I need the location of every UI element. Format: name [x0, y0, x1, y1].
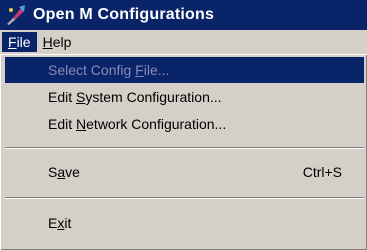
menu-item-edit-network-configuration[interactable]: Edit Network Configuration... [5, 111, 364, 137]
menu-help[interactable]: Help [37, 32, 78, 52]
menu-separator [5, 147, 364, 149]
menu-separator [5, 197, 364, 199]
menu-item-save[interactable]: Save Ctrl+S [5, 159, 364, 185]
menu-item-select-config-file[interactable]: Select Config File... [5, 57, 364, 83]
menu-bar: File Help [0, 30, 367, 54]
menu-file-mnemonic: F [8, 34, 17, 50]
open-m-app-icon[interactable] [5, 4, 27, 26]
menu-item-label: Edit System Configuration... [48, 89, 222, 105]
menu-item-exit[interactable]: Exit [5, 210, 364, 236]
menu-file[interactable]: File [2, 32, 37, 52]
file-menu-dropdown: Select Config File... Edit System Config… [0, 54, 367, 250]
menu-item-label: Exit [48, 215, 72, 231]
menu-item-label: Edit Network Configuration... [48, 116, 227, 132]
app-window: Open M Configurations File Help Select C… [0, 0, 367, 250]
menu-item-label: Select Config File... [48, 62, 170, 78]
menu-item-edit-system-configuration[interactable]: Edit System Configuration... [5, 84, 364, 110]
title-bar[interactable]: Open M Configurations [0, 0, 367, 30]
save-shortcut: Ctrl+S [302, 164, 342, 180]
window-title: Open M Configurations [33, 6, 215, 23]
menu-item-label: Save [48, 164, 80, 180]
menu-help-mnemonic: H [42, 34, 53, 50]
menu-file-label: ile [16, 34, 31, 50]
menu-help-label: elp [52, 34, 72, 50]
